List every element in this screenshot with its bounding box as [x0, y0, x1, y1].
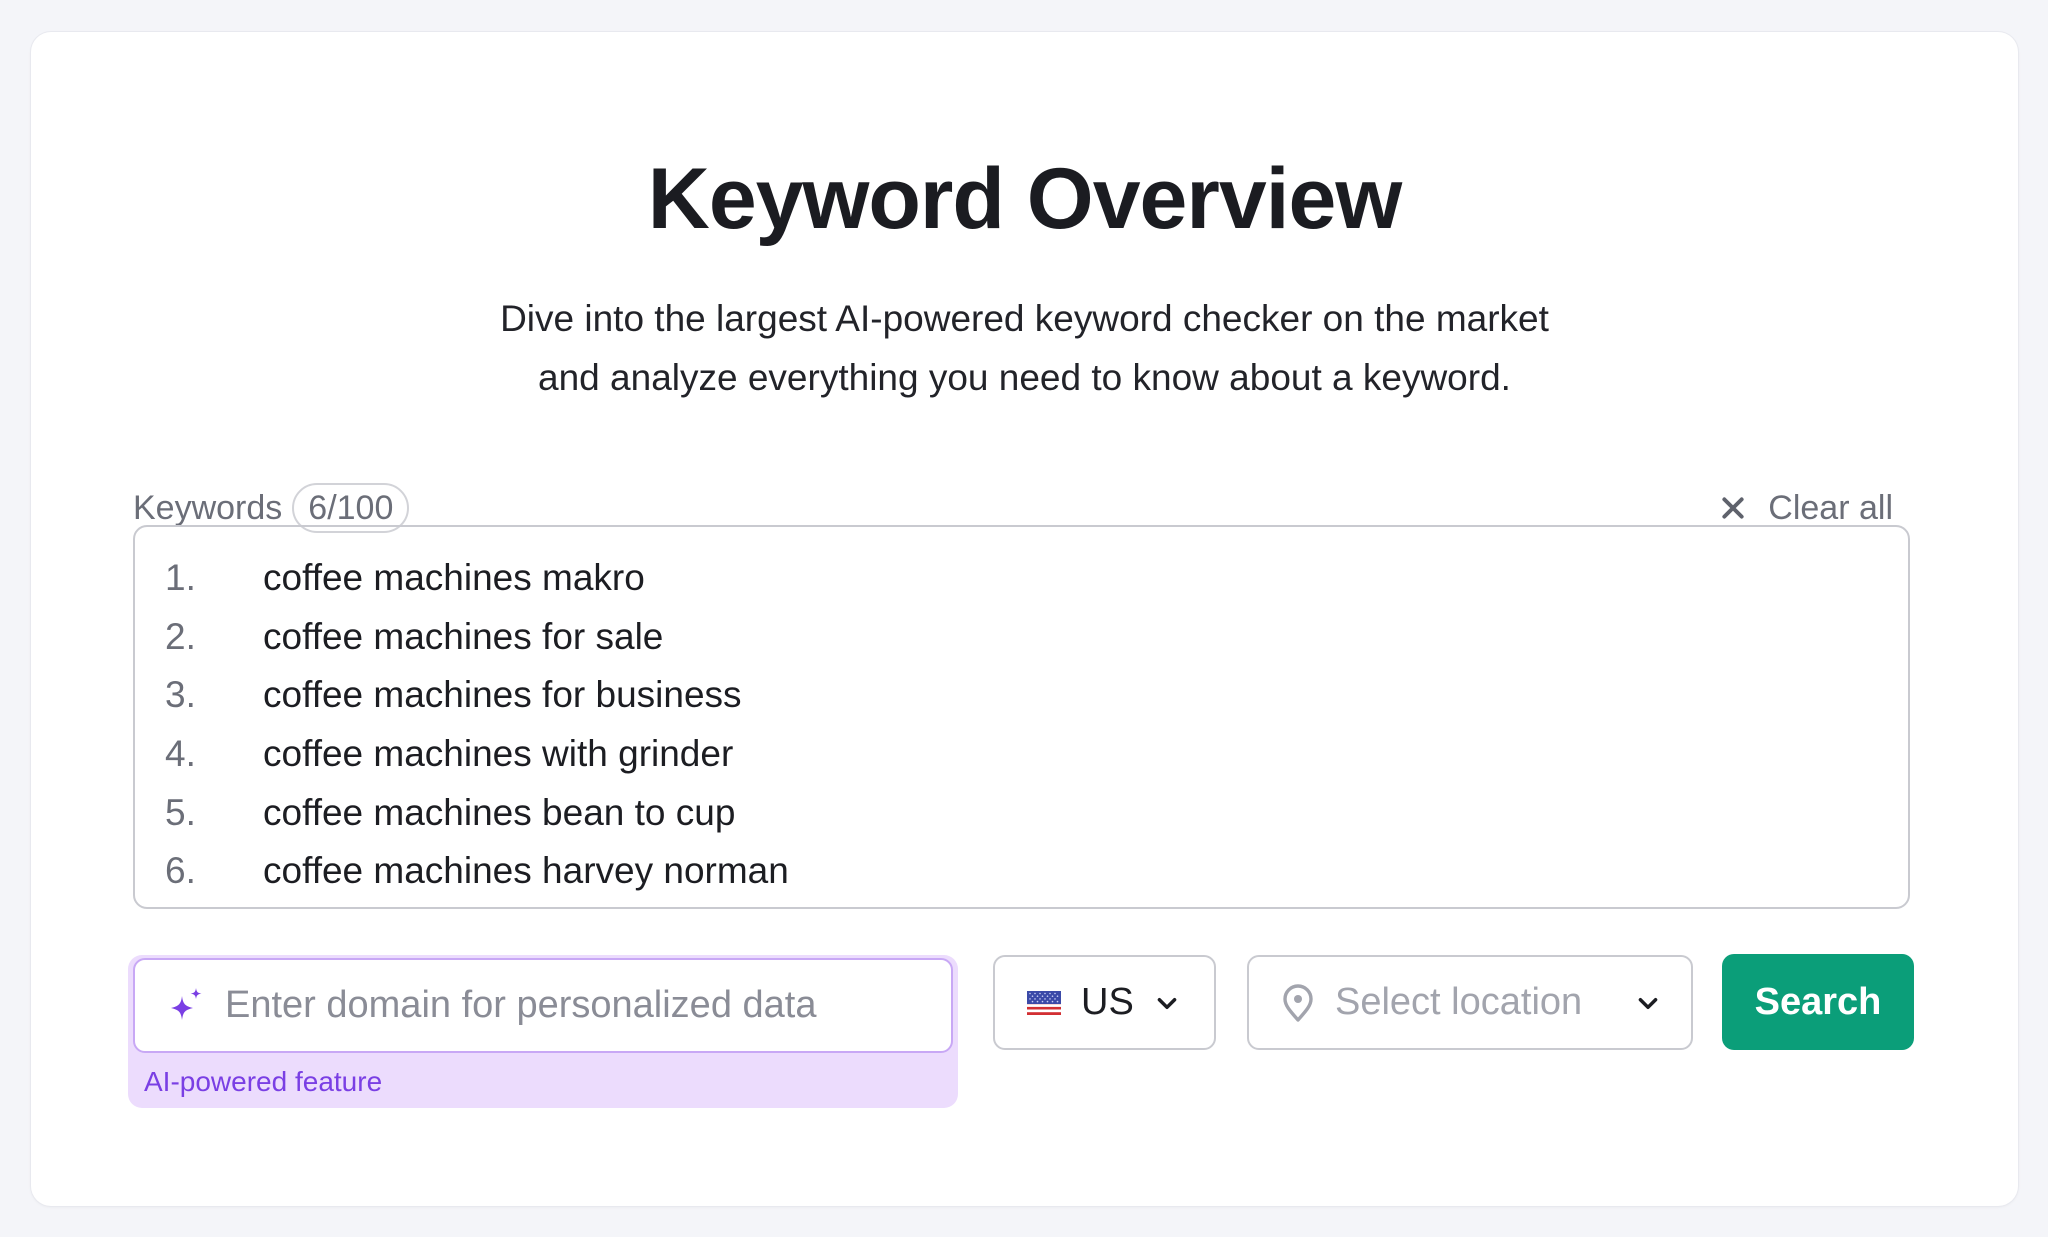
- page-title: Keyword Overview: [647, 151, 1403, 247]
- keyword-item[interactable]: 4. coffee machines with grinder: [135, 725, 789, 784]
- keywords-label: Keywords: [133, 488, 283, 527]
- us-flag-icon: [1027, 990, 1061, 1015]
- keyword-item[interactable]: 3. coffee machines for business: [135, 666, 789, 725]
- keyword-number: 4.: [165, 733, 196, 775]
- sparkle-icon: [171, 987, 202, 1020]
- location-pin-icon: [1283, 983, 1313, 1022]
- domain-input-box[interactable]: [133, 958, 953, 1053]
- location-select[interactable]: Select location: [1247, 955, 1693, 1050]
- domain-input[interactable]: [223, 983, 951, 1028]
- ai-powered-feature-label: AI-powered feature: [144, 1066, 383, 1097]
- keyword-item[interactable]: 6. coffee machines harvey norman: [135, 842, 789, 901]
- keyword-number: 2.: [165, 615, 196, 657]
- subtitle-line-2: and analyze everything you need to know …: [538, 357, 1511, 398]
- clear-all-label: Clear all: [1768, 488, 1893, 527]
- keyword-item[interactable]: 1. coffee machines makro: [135, 549, 789, 608]
- keywords-list: 1. coffee machines makro 2. coffee machi…: [135, 549, 789, 901]
- subtitle-line-1: Dive into the largest AI-powered keyword…: [500, 298, 1549, 339]
- keyword-text: coffee machines for business: [263, 674, 742, 716]
- keyword-number: 3.: [165, 674, 196, 716]
- search-button[interactable]: Search: [1722, 954, 1914, 1050]
- keyword-number: 5.: [165, 791, 196, 833]
- keyword-text: coffee machines bean to cup: [263, 791, 736, 833]
- keyword-text: coffee machines with grinder: [263, 733, 734, 775]
- keyword-number: 1.: [165, 557, 196, 599]
- keyword-item[interactable]: 5. coffee machines bean to cup: [135, 783, 789, 842]
- chevron-down-icon: [1157, 997, 1177, 1009]
- keywords-textarea[interactable]: 1. coffee machines makro 2. coffee machi…: [133, 525, 1910, 909]
- keyword-text: coffee machines harvey norman: [263, 850, 789, 892]
- country-value: US: [1081, 981, 1134, 1023]
- keyword-text: coffee machines for sale: [263, 615, 664, 657]
- location-placeholder: Select location: [1335, 981, 1583, 1023]
- keyword-overview-card: Keyword Overview Dive into the largest A…: [31, 32, 2018, 1206]
- close-icon: [1722, 497, 1744, 519]
- ai-domain-field-wrapper: AI-powered feature: [128, 955, 958, 1108]
- chevron-down-icon: [1638, 997, 1658, 1009]
- keyword-text: coffee machines makro: [263, 557, 645, 599]
- page-subtitle: Dive into the largest AI-powered keyword…: [31, 289, 2018, 407]
- country-select[interactable]: US: [993, 955, 1216, 1050]
- keyword-item[interactable]: 2. coffee machines for sale: [135, 608, 789, 667]
- keyword-number: 6.: [165, 850, 196, 892]
